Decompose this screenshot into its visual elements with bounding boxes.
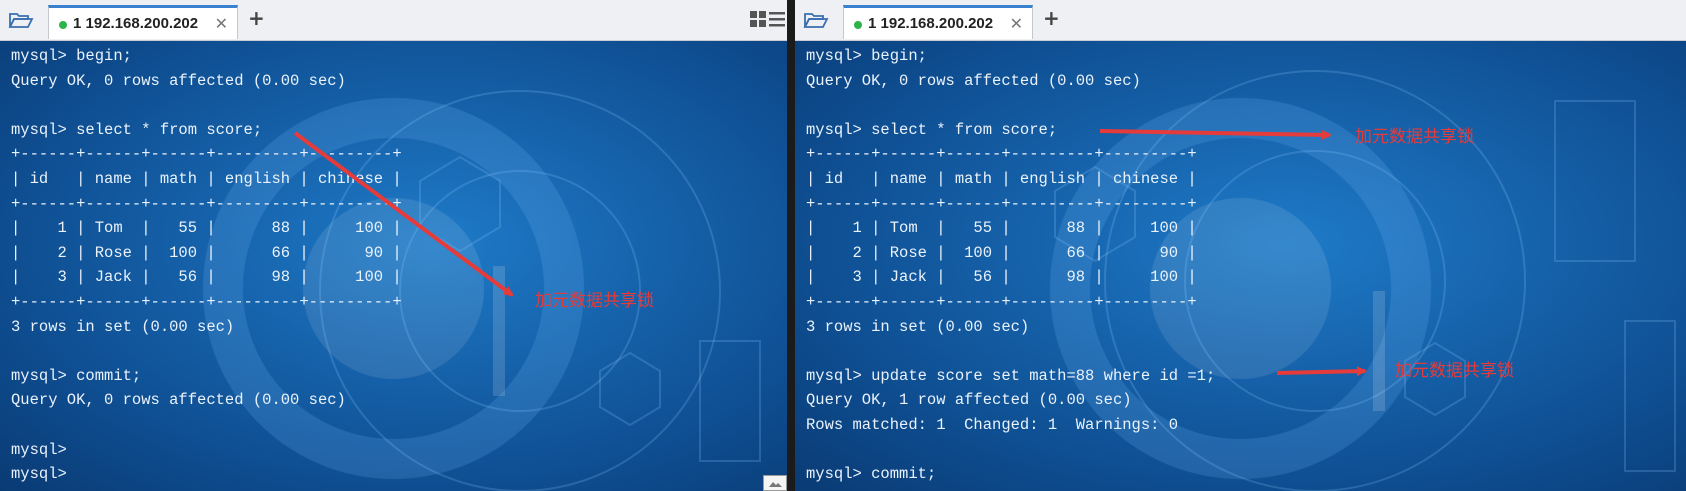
terminal-line: Query OK, 0 rows affected (0.00 sec) [806, 71, 1141, 90]
terminal-line: | 2 | Rose | 100 | 66 | 90 | [806, 243, 1197, 262]
tab-bar: 1 192.168.200.202 ✕ + [0, 0, 787, 41]
terminal-line: mysql> select * from score; [11, 120, 263, 139]
terminal-line: 3 rows in set (0.00 sec) [11, 317, 235, 336]
terminal-line: | 1 | Tom | 55 | 88 | 100 | [11, 219, 402, 238]
plus-icon[interactable]: + [1043, 6, 1060, 30]
terminal-text: mysql> begin; Query OK, 0 rows affected (… [806, 44, 1215, 487]
connected-dot-icon [59, 21, 67, 29]
terminal-line: Query OK, 0 rows affected (0.00 sec) [11, 71, 346, 90]
image-icon [763, 475, 787, 491]
terminal-line: mysql> commit; [11, 366, 142, 385]
terminal-line: +------+------+------+---------+--------… [11, 194, 402, 213]
terminal-line: mysql> update score set math=88 where id… [806, 366, 1216, 385]
terminal-output[interactable]: mysql> begin; Query OK, 0 rows affected (… [795, 41, 1686, 491]
left-session-pane: 1 192.168.200.202 ✕ + mysql> begin; Query… [0, 0, 787, 491]
annotation-label: 加元数据共享锁 [1395, 361, 1514, 381]
folder-open-icon[interactable] [803, 10, 829, 30]
terminal-line: 3 rows in set (0.00 sec) [806, 317, 1030, 336]
session-tab[interactable]: 1 192.168.200.202 ✕ [48, 5, 238, 39]
hamburger-menu-icon[interactable] [768, 10, 786, 28]
terminal-line: | 3 | Jack | 56 | 98 | 100 | [11, 268, 402, 287]
terminal-line: | 2 | Rose | 100 | 66 | 90 | [11, 243, 402, 262]
terminal-line: mysql> commit; [806, 465, 937, 484]
grid-view-icon[interactable] [749, 10, 767, 28]
close-icon[interactable]: ✕ [215, 14, 228, 33]
plus-icon[interactable]: + [248, 6, 265, 30]
terminal-line: Rows matched: 1 Changed: 1 Warnings: 0 [806, 415, 1179, 434]
terminal-line: mysql> [11, 465, 67, 484]
session-tab-label: 1 192.168.200.202 [73, 15, 199, 32]
annotation-label: 加元数据共享锁 [1355, 127, 1474, 147]
terminal-line: | 1 | Tom | 55 | 88 | 100 | [806, 219, 1197, 238]
terminal-output[interactable]: mysql> begin; Query OK, 0 rows affected (… [0, 41, 787, 491]
right-session-pane: 1 192.168.200.202 ✕ + mysql> begin; Query… [795, 0, 1686, 491]
annotation-label: 加元数据共享锁 [535, 291, 654, 311]
terminal-line: | id | name | math | english | chinese | [11, 169, 402, 188]
terminal-line: mysql> begin; [806, 47, 927, 65]
terminal-line: +------+------+------+---------+--------… [806, 145, 1197, 164]
terminal-line: mysql> begin; [11, 47, 132, 65]
session-tab[interactable]: 1 192.168.200.202 ✕ [843, 5, 1033, 39]
terminal-line: Query OK, 0 rows affected (0.00 sec) [11, 391, 346, 410]
terminal-line: +------+------+------+---------+--------… [806, 194, 1197, 213]
terminal-line: | 3 | Jack | 56 | 98 | 100 | [806, 268, 1197, 287]
folder-open-icon[interactable] [8, 10, 34, 30]
terminal-line: | id | name | math | english | chinese | [806, 169, 1197, 188]
close-icon[interactable]: ✕ [1010, 14, 1023, 33]
session-tab-label: 1 192.168.200.202 [868, 15, 994, 32]
terminal-line: mysql> select * from score; [806, 120, 1058, 139]
pane-splitter[interactable] [787, 0, 795, 491]
tab-bar: 1 192.168.200.202 ✕ + [795, 0, 1686, 41]
terminal-line: +------+------+------+---------+--------… [11, 145, 402, 164]
terminal-text: mysql> begin; Query OK, 0 rows affected (… [11, 44, 402, 487]
terminal-line: mysql> [11, 440, 67, 459]
terminal-line: Query OK, 1 row affected (0.00 sec) [806, 391, 1132, 410]
terminal-line: +------+------+------+---------+--------… [11, 292, 402, 311]
connected-dot-icon [854, 21, 862, 29]
terminal-line: +------+------+------+---------+--------… [806, 292, 1197, 311]
